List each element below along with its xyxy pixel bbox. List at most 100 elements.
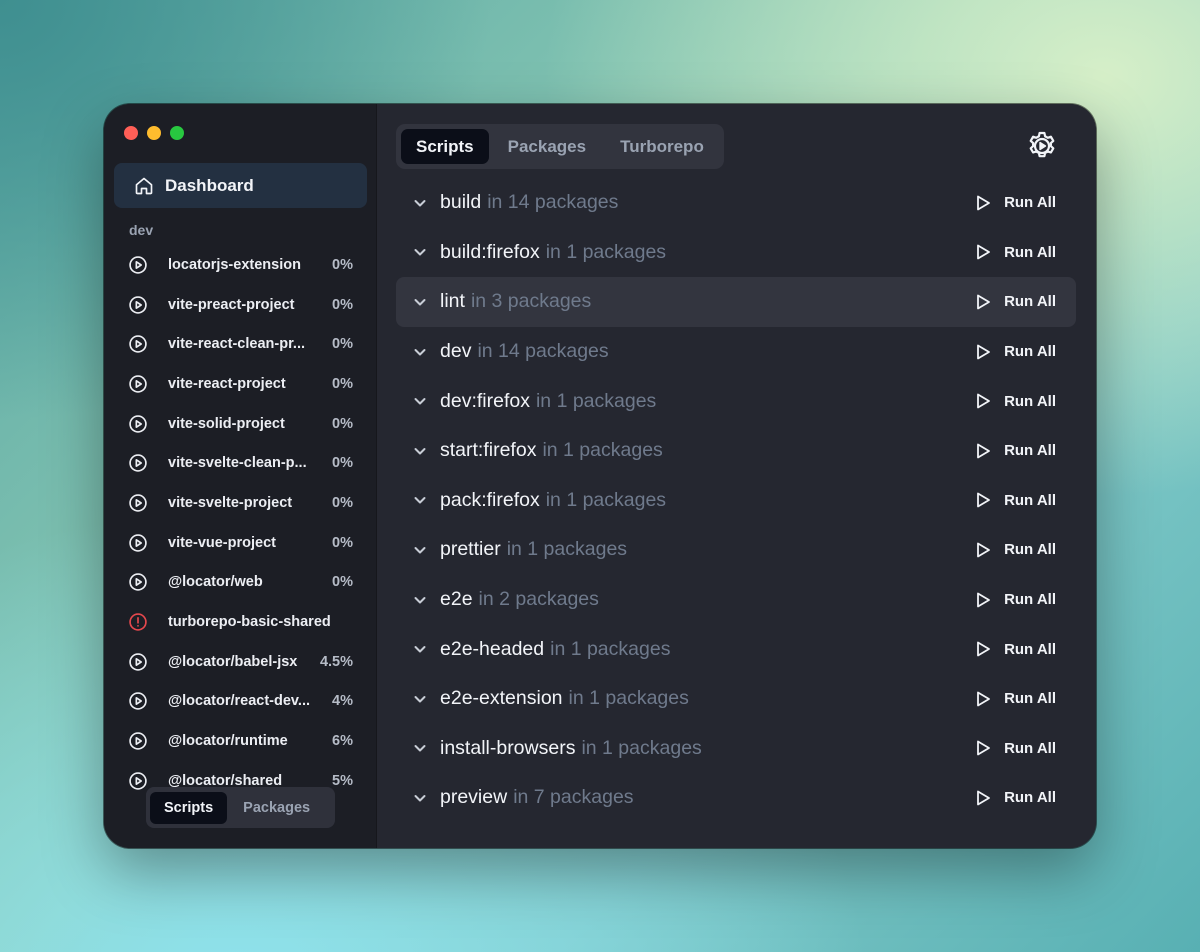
script-package-count: in 14 packages — [487, 191, 619, 214]
run-all-button[interactable]: Run All — [974, 343, 1056, 361]
close-window-button[interactable] — [124, 126, 138, 140]
play-circle-icon[interactable] — [128, 374, 148, 394]
play-circle-icon[interactable] — [128, 255, 148, 275]
tab-scripts[interactable]: Scripts — [401, 129, 489, 164]
sidebar-tab-scripts[interactable]: Scripts — [150, 791, 228, 824]
sidebar-item-dashboard[interactable]: Dashboard — [114, 163, 367, 208]
dashboard-label: Dashboard — [165, 175, 254, 195]
package-progress: 4% — [332, 693, 353, 710]
play-circle-icon[interactable] — [128, 334, 148, 354]
chevron-down-icon[interactable] — [412, 691, 428, 707]
zoom-window-button[interactable] — [170, 126, 184, 140]
sidebar-tab-packages[interactable]: Packages — [229, 792, 324, 824]
package-name: @locator/react-dev... — [168, 693, 310, 710]
chevron-down-icon[interactable] — [412, 294, 428, 310]
script-row[interactable]: install-browsers in 1 packages Run All — [396, 724, 1076, 774]
main-panel: Scripts Packages Turborepo build in 14 pack… — [377, 104, 1096, 848]
run-all-button[interactable]: Run All — [974, 789, 1056, 807]
package-group-label: dev — [129, 222, 154, 238]
tab-packages[interactable]: Packages — [493, 129, 601, 164]
script-row[interactable]: prettier in 1 packages Run All — [396, 525, 1076, 575]
package-progress: 0% — [332, 455, 353, 472]
package-row[interactable]: vite-solid-project 0% — [104, 404, 377, 444]
play-circle-icon[interactable] — [128, 652, 148, 672]
package-row[interactable]: vite-preact-project 0% — [104, 285, 377, 325]
play-circle-icon[interactable] — [128, 414, 148, 434]
tab-turborepo[interactable]: Turborepo — [605, 129, 719, 164]
run-all-label: Run All — [1004, 690, 1056, 708]
run-all-button[interactable]: Run All — [974, 293, 1056, 311]
script-package-count: in 1 packages — [535, 389, 657, 412]
run-all-button[interactable]: Run All — [974, 739, 1056, 757]
script-row[interactable]: lint in 3 packages Run All — [396, 277, 1076, 327]
minimize-window-button[interactable] — [147, 126, 161, 140]
script-name: install-browsers — [440, 736, 576, 759]
package-row[interactable]: @locator/web 0% — [104, 563, 377, 603]
script-row[interactable]: build in 14 packages Run All — [396, 178, 1076, 228]
play-circle-icon[interactable] — [128, 453, 148, 473]
script-name: build:firefox — [440, 240, 540, 263]
run-all-button[interactable]: Run All — [974, 491, 1056, 509]
settings-button[interactable] — [1026, 130, 1058, 162]
play-circle-icon[interactable] — [128, 691, 148, 711]
play-circle-icon[interactable] — [128, 572, 148, 592]
script-row[interactable]: pack:firefox in 1 packages Run All — [396, 476, 1076, 526]
play-icon — [977, 344, 990, 359]
script-row[interactable]: e2e-extension in 1 packages Run All — [396, 674, 1076, 724]
package-row[interactable]: vite-react-clean-pr... 0% — [104, 324, 377, 364]
script-name: e2e-extension — [440, 687, 563, 710]
script-row[interactable]: e2e-headed in 1 packages Run All — [396, 624, 1076, 674]
run-all-label: Run All — [1004, 293, 1056, 311]
package-row[interactable]: locatorjs-extension 0% — [104, 245, 377, 285]
package-row[interactable]: vite-svelte-clean-p... 0% — [104, 443, 377, 483]
chevron-down-icon[interactable] — [412, 492, 428, 508]
play-circle-icon[interactable] — [128, 493, 148, 513]
play-icon — [977, 492, 990, 508]
script-row[interactable]: dev:firefox in 1 packages Run All — [396, 376, 1076, 426]
run-all-button[interactable]: Run All — [974, 442, 1056, 460]
package-row[interactable]: turborepo-basic-shared — [104, 602, 377, 642]
script-row[interactable]: dev in 14 packages Run All — [396, 327, 1076, 377]
package-row[interactable]: vite-vue-project 0% — [104, 523, 377, 563]
script-row[interactable]: preview in 7 packages Run All — [396, 773, 1076, 823]
play-circle-icon[interactable] — [128, 533, 148, 553]
chevron-down-icon[interactable] — [412, 344, 428, 360]
script-row[interactable]: e2e in 2 packages Run All — [396, 575, 1076, 625]
chevron-down-icon[interactable] — [412, 195, 428, 211]
run-all-button[interactable]: Run All — [974, 194, 1056, 212]
chevron-down-icon[interactable] — [412, 740, 428, 756]
play-circle-icon[interactable] — [128, 295, 148, 315]
package-progress: 0% — [332, 494, 353, 511]
script-package-count: in 1 packages — [568, 687, 689, 710]
scripts-list: build in 14 packages Run All build:firefox i… — [396, 178, 1076, 823]
package-row[interactable]: @locator/react-dev... 4% — [104, 682, 377, 722]
chevron-down-icon[interactable] — [412, 244, 428, 260]
script-name: dev:firefox — [440, 389, 530, 412]
chevron-down-icon[interactable] — [412, 592, 428, 608]
script-row[interactable]: build:firefox in 1 packages Run All — [396, 228, 1076, 278]
chevron-down-icon[interactable] — [412, 790, 428, 806]
script-name: start:firefox — [440, 439, 537, 462]
package-name: @locator/web — [168, 574, 263, 591]
package-progress: 0% — [332, 336, 353, 353]
play-circle-icon[interactable] — [128, 771, 148, 791]
run-all-button[interactable]: Run All — [974, 690, 1056, 708]
run-all-label: Run All — [1004, 640, 1056, 658]
play-icon — [977, 393, 990, 409]
run-all-button[interactable]: Run All — [974, 640, 1056, 658]
run-all-button[interactable]: Run All — [974, 243, 1056, 261]
run-all-button[interactable]: Run All — [974, 591, 1056, 609]
play-circle-icon[interactable] — [128, 731, 148, 751]
chevron-down-icon[interactable] — [412, 393, 428, 409]
chevron-down-icon[interactable] — [412, 443, 428, 459]
package-row[interactable]: vite-react-project 0% — [104, 364, 377, 404]
package-row[interactable]: vite-svelte-project 0% — [104, 483, 377, 523]
package-row[interactable]: @locator/runtime 6% — [104, 721, 377, 761]
play-icon — [977, 691, 990, 707]
script-row[interactable]: start:firefox in 1 packages Run All — [396, 426, 1076, 476]
chevron-down-icon[interactable] — [412, 641, 428, 657]
run-all-button[interactable]: Run All — [974, 541, 1056, 559]
chevron-down-icon[interactable] — [412, 542, 428, 558]
package-row[interactable]: @locator/babel-jsx 4.5% — [104, 642, 377, 682]
run-all-button[interactable]: Run All — [974, 392, 1056, 410]
